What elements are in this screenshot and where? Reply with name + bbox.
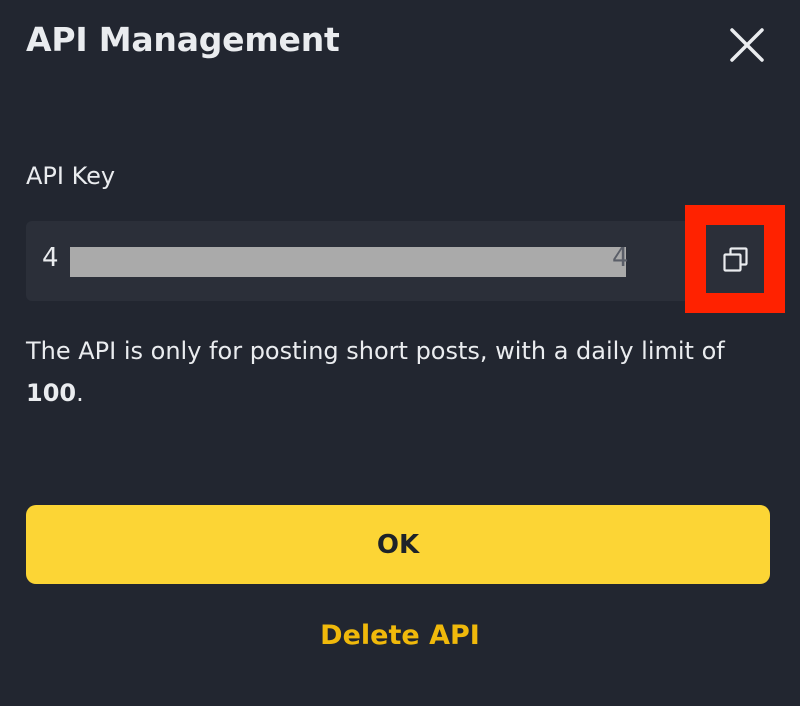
copy-api-key-button[interactable]: [706, 225, 764, 293]
api-key-field[interactable]: 4 4: [26, 221, 770, 301]
info-text-after: .: [76, 379, 84, 407]
api-key-first-char: 4: [42, 243, 59, 273]
api-key-label: API Key: [26, 162, 116, 190]
close-button[interactable]: [724, 22, 770, 68]
api-usage-info: The API is only for posting short posts,…: [26, 330, 766, 414]
close-icon: [730, 28, 764, 62]
dialog-title: API Management: [26, 20, 340, 59]
info-text-before: The API is only for posting short posts,…: [26, 337, 725, 365]
api-key-redaction-mask: [70, 247, 626, 277]
ok-button[interactable]: OK: [26, 505, 770, 584]
copy-icon: [723, 247, 748, 272]
api-key-last-char: 4: [612, 243, 629, 273]
delete-api-button[interactable]: Delete API: [0, 620, 800, 651]
api-management-dialog: API Management API Key 4 4 The API is on…: [0, 0, 800, 706]
daily-limit-value: 100: [26, 379, 77, 407]
